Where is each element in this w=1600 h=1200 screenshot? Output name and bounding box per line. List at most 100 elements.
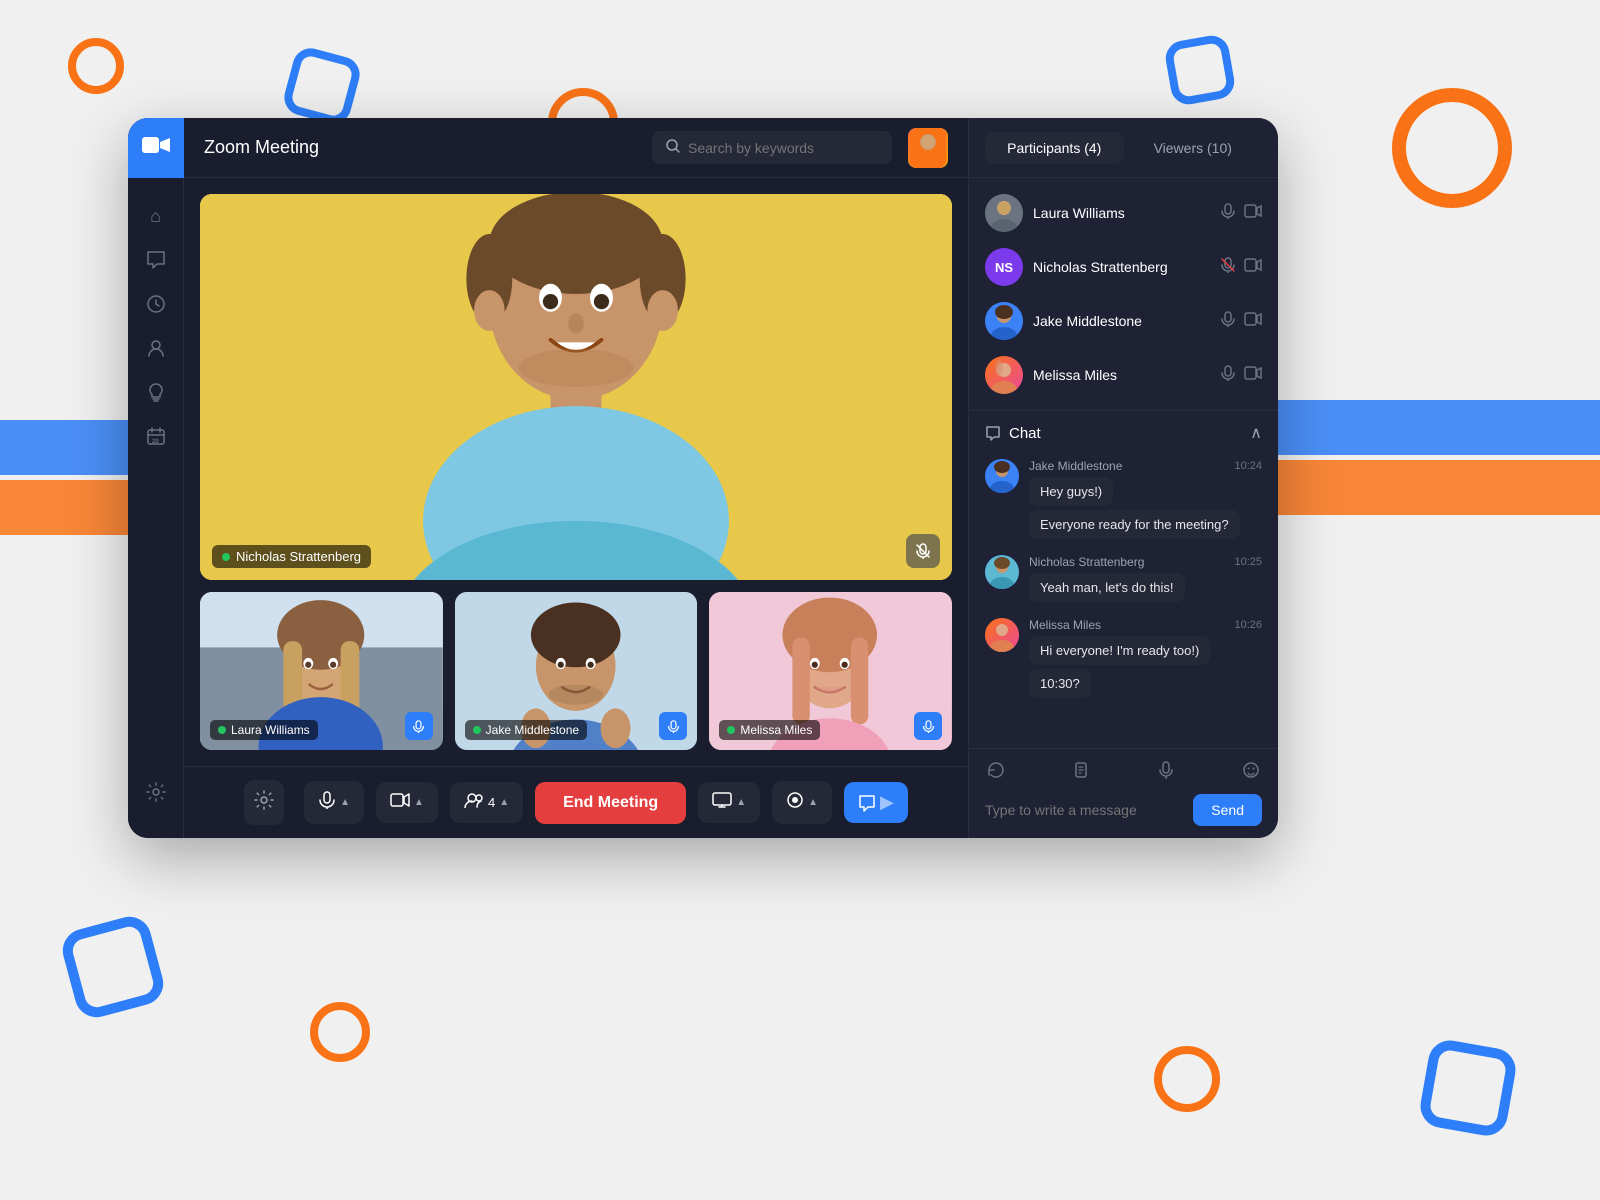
participant-name-jake: Jake Middlestone: [1033, 313, 1210, 329]
chat-time-jake: 10:24: [1234, 460, 1262, 472]
chat-avatar-jake: [985, 459, 1019, 493]
participant-name-nicholas: Nicholas Strattenberg: [1033, 259, 1210, 275]
participant-avatar-nicholas: NS: [985, 248, 1023, 286]
participant-mic-icon-laura[interactable]: [1220, 203, 1236, 224]
chat-bubble-melissa-1: Hi everyone! I'm ready too!): [1029, 636, 1210, 665]
thumb-video-label-3: Melissa Miles: [719, 720, 820, 740]
thumb-mic-btn-2[interactable]: [659, 712, 687, 740]
chat-time-nicholas: 10:25: [1234, 556, 1262, 568]
online-indicator-1: [218, 726, 226, 734]
online-indicator-2: [473, 726, 481, 734]
sidebar-item-settings[interactable]: [138, 774, 174, 810]
main-video-mute-btn[interactable]: [906, 534, 940, 568]
chat-bubble-jake-2: Everyone ready for the meeting?: [1029, 510, 1240, 539]
sidebar-item-calendar[interactable]: 20: [138, 418, 174, 454]
online-indicator-3: [727, 726, 735, 734]
video-icon: [390, 792, 410, 813]
sidebar-item-home[interactable]: ⌂: [138, 198, 174, 234]
chat-messages: Jake Middlestone 10:24 Hey guys!) Everyo…: [969, 451, 1278, 748]
chat-title: Chat: [985, 425, 1041, 442]
online-indicator: [222, 553, 230, 561]
record-icon: [786, 791, 804, 814]
settings-button[interactable]: [244, 780, 284, 825]
thumb-video-laura: Laura Williams: [200, 592, 443, 750]
participant-video-icon-melissa[interactable]: [1244, 366, 1262, 385]
app-window: ⌂ 2: [128, 118, 1278, 838]
send-button[interactable]: Send: [1193, 794, 1262, 826]
participant-mic-icon-jake[interactable]: [1220, 311, 1236, 332]
thumb-video-jake: Jake Middlestone: [455, 592, 698, 750]
participant-item-jake: Jake Middlestone: [985, 298, 1262, 344]
chat-collapse-icon[interactable]: ∧: [1250, 423, 1262, 443]
participant-mic-muted-icon-nicholas[interactable]: [1220, 257, 1236, 278]
chat-refresh-icon[interactable]: [987, 761, 1005, 784]
participants-chevron-icon: ▲: [499, 797, 509, 808]
chat-sender-melissa: Melissa Miles: [1029, 618, 1101, 632]
sidebar-item-contacts[interactable]: [138, 330, 174, 366]
participant-video-icon-jake[interactable]: [1244, 312, 1262, 331]
participant-item-melissa: Melissa Miles: [985, 352, 1262, 398]
chat-input-toolbar: [985, 761, 1262, 784]
right-panel: Participants (4) Viewers (10) Laura Will…: [968, 118, 1278, 838]
chat-button[interactable]: ▶: [844, 782, 908, 823]
search-bar[interactable]: [652, 131, 892, 164]
sidebar-bottom: [138, 774, 174, 818]
thumb-name-3: Melissa Miles: [740, 723, 812, 737]
chat-bubble-jake-1: Hey guys!): [1029, 477, 1113, 506]
end-meeting-button[interactable]: End Meeting: [535, 782, 686, 824]
chat-bubble-nicholas-1: Yeah man, let's do this!: [1029, 573, 1185, 602]
thumbnail-videos: Laura Williams: [200, 592, 952, 750]
chat-msg-header-jake: Jake Middlestone 10:24: [1029, 459, 1262, 473]
app-title: Zoom Meeting: [204, 137, 636, 158]
chat-message-melissa: Melissa Miles 10:26 Hi everyone! I'm rea…: [985, 618, 1262, 702]
sidebar-item-ideas[interactable]: [138, 374, 174, 410]
participant-name-melissa: Melissa Miles: [1033, 367, 1210, 383]
sidebar-item-history[interactable]: [138, 286, 174, 322]
mic-button[interactable]: ▲: [304, 781, 364, 824]
thumb-name-1: Laura Williams: [231, 723, 310, 737]
logo[interactable]: [128, 118, 184, 178]
participant-avatar-laura: [985, 194, 1023, 232]
chat-mic-icon[interactable]: [1157, 761, 1175, 784]
chat-emoji-icon[interactable]: [1242, 761, 1260, 784]
thumb-video-melissa: Melissa Miles: [709, 592, 952, 750]
thumb-mic-btn-1[interactable]: [405, 712, 433, 740]
chat-input-row: Send: [985, 794, 1262, 826]
thumb-video-label-1: Laura Williams: [210, 720, 318, 740]
toolbar: ▲ ▲: [184, 766, 968, 838]
panel-header: Participants (4) Viewers (10): [969, 118, 1278, 178]
chat-msg-header-nicholas: Nicholas Strattenberg 10:25: [1029, 555, 1262, 569]
participant-video-icon-nicholas[interactable]: [1244, 258, 1262, 277]
viewers-tab[interactable]: Viewers (10): [1124, 132, 1263, 164]
participants-button[interactable]: 4 ▲: [450, 782, 523, 823]
chat-msg-content-nicholas: Nicholas Strattenberg 10:25 Yeah man, le…: [1029, 555, 1262, 606]
chat-bubble-melissa-2: 10:30?: [1029, 669, 1091, 698]
participant-name-laura: Laura Williams: [1033, 205, 1210, 221]
video-chevron-icon: ▲: [414, 797, 424, 808]
chat-section: Chat ∧: [969, 411, 1278, 838]
main-video-name: Nicholas Strattenberg: [236, 549, 361, 564]
mic-icon: [318, 791, 336, 814]
search-input[interactable]: [688, 140, 878, 156]
svg-text:20: 20: [152, 439, 159, 445]
record-button[interactable]: ▲: [772, 781, 832, 824]
user-avatar[interactable]: [908, 128, 948, 168]
panel-tabs: Participants (4) Viewers (10): [985, 132, 1262, 164]
participant-avatar-jake: [985, 302, 1023, 340]
thumb-video-label-2: Jake Middlestone: [465, 720, 587, 740]
chat-msg-content-melissa: Melissa Miles 10:26 Hi everyone! I'm rea…: [1029, 618, 1262, 702]
participant-mic-icon-melissa[interactable]: [1220, 365, 1236, 386]
chat-msg-content-jake: Jake Middlestone 10:24 Hey guys!) Everyo…: [1029, 459, 1262, 543]
participant-video-icon-laura[interactable]: [1244, 204, 1262, 223]
chat-input-field[interactable]: [985, 802, 1185, 818]
screen-share-button[interactable]: ▲: [698, 782, 760, 823]
chat-attachment-icon[interactable]: [1072, 761, 1090, 784]
sidebar-item-chat[interactable]: [138, 242, 174, 278]
video-button[interactable]: ▲: [376, 782, 438, 823]
screen-share-icon: [712, 792, 732, 813]
thumb-mic-btn-3[interactable]: [914, 712, 942, 740]
participants-tab[interactable]: Participants (4): [985, 132, 1124, 164]
main-video: Nicholas Strattenberg: [200, 194, 952, 580]
thumb-name-2: Jake Middlestone: [486, 723, 579, 737]
participant-controls-melissa: [1220, 365, 1262, 386]
